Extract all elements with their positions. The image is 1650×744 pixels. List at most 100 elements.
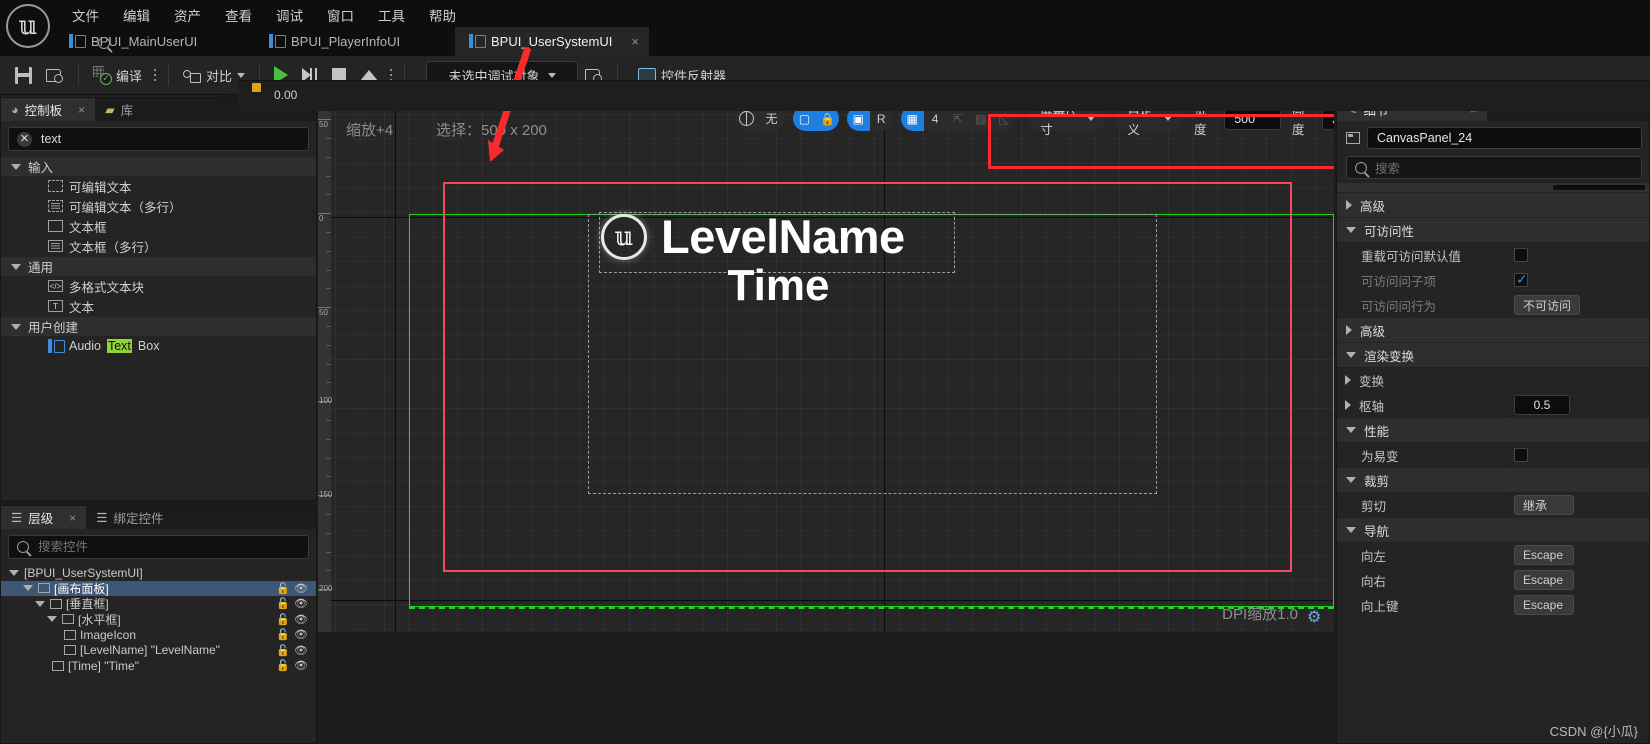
save-button[interactable] bbox=[8, 60, 39, 90]
details-prop-pivot[interactable]: 枢轴 0.5 bbox=[1337, 392, 1649, 417]
palette-item-text-box-multiline[interactable]: 文本框（多行） bbox=[1, 236, 316, 256]
menu-item-asset[interactable]: 资产 bbox=[162, 1, 213, 29]
menu-item-edit[interactable]: 编辑 bbox=[111, 1, 162, 29]
palette-item-audio-text-box[interactable]: Audio Text Box bbox=[1, 336, 316, 356]
dropdown-value[interactable]: Escape bbox=[1514, 570, 1574, 590]
prop-value[interactable] bbox=[1505, 243, 1649, 267]
details-prop-clipping[interactable]: 剪切 继承 bbox=[1337, 492, 1649, 517]
tab-bound-widgets[interactable]: ☰ 绑定控件 bbox=[86, 506, 174, 529]
palette-category-user-created[interactable]: 用户创建 bbox=[1, 317, 316, 336]
close-icon[interactable]: × bbox=[78, 103, 85, 117]
details-prop-nav-up[interactable]: 向上键 Escape bbox=[1337, 592, 1649, 617]
object-name-input[interactable]: CanvasPanel_24 bbox=[1367, 127, 1642, 149]
hierarchy-row-vertical-box[interactable]: [垂直框] 🔓 👁 bbox=[1, 596, 316, 612]
tab-palette[interactable]: ◕ 控制板 × bbox=[1, 98, 96, 121]
menu-item-view[interactable]: 查看 bbox=[213, 1, 264, 29]
details-category-accessibility[interactable]: 可访问性 bbox=[1337, 217, 1649, 242]
checkbox[interactable] bbox=[1514, 248, 1528, 262]
hierarchy-row-canvas-panel[interactable]: [画布面板] 🔓 👁 bbox=[1, 580, 316, 596]
details-prop-override-accessible-defaults[interactable]: 重载可访问默认值 bbox=[1337, 242, 1649, 267]
details-prop-accessible-behavior[interactable]: 可访问问行为 不可访问 bbox=[1337, 292, 1649, 317]
details-prop-transform[interactable]: 变换 bbox=[1337, 367, 1649, 392]
palette-category-input[interactable]: 输入 bbox=[1, 157, 316, 176]
prop-value[interactable]: 继承 bbox=[1505, 493, 1649, 517]
prop-value[interactable] bbox=[1505, 268, 1649, 292]
palette-category-common[interactable]: 通用 bbox=[1, 257, 316, 276]
chevron-right-icon[interactable] bbox=[1345, 400, 1351, 410]
hierarchy-row-horizontal-box[interactable]: [水平框] 🔓 👁 bbox=[1, 612, 316, 628]
details-category-clipping[interactable]: 裁剪 bbox=[1337, 467, 1649, 492]
details-category-navigation[interactable]: 导航 bbox=[1337, 517, 1649, 542]
details-search-row[interactable]: 搜索 bbox=[1346, 156, 1642, 179]
gear-icon[interactable]: ⚙ bbox=[1307, 609, 1324, 626]
prop-value[interactable]: Escape bbox=[1505, 593, 1649, 617]
menu-item-file[interactable]: 文件 bbox=[60, 1, 111, 29]
lock-icon[interactable]: 🔓 bbox=[276, 628, 290, 641]
tab-library[interactable]: ▰ 库 bbox=[95, 98, 144, 121]
asset-tab-user-system-ui[interactable]: BPUI_UserSystemUI × bbox=[455, 27, 649, 56]
palette-item-editable-text-multiline[interactable]: 可编辑文本（多行） bbox=[1, 196, 316, 216]
palette-item-rich-text-block[interactable]: </> 多格式文本块 bbox=[1, 276, 316, 296]
asset-tab-main-user-ui[interactable]: BPUI_MainUserUI bbox=[55, 27, 255, 56]
lock-icon[interactable]: 🔓 bbox=[276, 613, 290, 626]
palette-search-row[interactable]: ✕ bbox=[8, 127, 309, 151]
eye-icon[interactable]: 👁 bbox=[294, 582, 308, 595]
prop-value[interactable]: Escape bbox=[1505, 543, 1649, 567]
dropdown-value[interactable]: 不可访问 bbox=[1514, 295, 1581, 315]
dropdown-value[interactable]: 继承 bbox=[1514, 495, 1574, 515]
prop-value[interactable]: Escape bbox=[1505, 568, 1649, 592]
eye-icon[interactable]: 👁 bbox=[294, 597, 308, 610]
palette-search-input[interactable] bbox=[41, 132, 300, 146]
hierarchy-search-input[interactable] bbox=[38, 540, 300, 554]
details-category-advanced-1[interactable]: 高级 bbox=[1337, 192, 1649, 217]
details-prop-nav-right[interactable]: 向右 Escape bbox=[1337, 567, 1649, 592]
hierarchy-row-image-icon[interactable]: ImageIcon 🔓 👁 bbox=[1, 627, 316, 643]
chevron-right-icon[interactable] bbox=[1345, 375, 1351, 385]
compile-options-button[interactable] bbox=[149, 68, 161, 82]
hierarchy-row-levelname[interactable]: [LevelName] "LevelName" 🔓 👁 bbox=[1, 643, 316, 659]
menu-item-tools[interactable]: 工具 bbox=[366, 1, 417, 29]
levelname-text[interactable]: LevelName bbox=[661, 213, 905, 260]
lock-icon[interactable]: 🔓 bbox=[276, 659, 290, 672]
eye-icon[interactable]: 👁 bbox=[294, 659, 308, 672]
details-category-advanced-2[interactable]: 高级 bbox=[1337, 317, 1649, 342]
asset-tab-player-info-ui[interactable]: BPUI_PlayerInfoUI bbox=[255, 27, 455, 56]
numeric-input[interactable]: 0.5 bbox=[1514, 395, 1570, 415]
tab-hierarchy[interactable]: ☰ 层级 × bbox=[1, 506, 87, 529]
lock-icon[interactable]: 🔓 bbox=[276, 644, 290, 657]
details-category-render-transform[interactable]: 渲染变换 bbox=[1337, 342, 1649, 367]
playhead-marker-icon[interactable] bbox=[252, 83, 261, 92]
menu-item-help[interactable]: 帮助 bbox=[417, 1, 468, 29]
checkbox[interactable] bbox=[1514, 448, 1528, 462]
lock-icon[interactable]: 🔓 bbox=[276, 597, 290, 610]
eye-icon[interactable]: 👁 bbox=[294, 628, 308, 641]
palette-item-text-block[interactable]: T 文本 bbox=[1, 296, 316, 316]
lock-icon[interactable]: 🔓 bbox=[276, 582, 290, 595]
palette-item-editable-text[interactable]: 可编辑文本 bbox=[1, 176, 316, 196]
design-canvas[interactable]: 𝕦 LevelName Time bbox=[331, 110, 1334, 632]
menu-item-window[interactable]: 窗口 bbox=[315, 1, 366, 29]
sequencer-timebar[interactable]: 0.00 bbox=[238, 80, 1650, 111]
palette-item-text-box[interactable]: 文本框 bbox=[1, 216, 316, 236]
eye-icon[interactable]: 👁 bbox=[294, 613, 308, 626]
details-category-performance[interactable]: 性能 bbox=[1337, 417, 1649, 442]
hierarchy-row-time[interactable]: [Time] "Time" 🔓 👁 bbox=[1, 658, 316, 674]
clear-search-icon[interactable]: ✕ bbox=[17, 131, 32, 147]
details-prop-nav-left[interactable]: 向左 Escape bbox=[1337, 542, 1649, 567]
prop-value[interactable] bbox=[1505, 443, 1649, 467]
hierarchy-row-root[interactable]: [BPUI_UserSystemUI] bbox=[1, 565, 316, 581]
eye-icon[interactable]: 👁 bbox=[294, 644, 308, 657]
prop-value[interactable]: 不可访问 bbox=[1505, 293, 1649, 317]
menu-item-debug[interactable]: 调试 bbox=[264, 1, 315, 29]
compile-button[interactable]: ✓ 编译 bbox=[86, 60, 149, 90]
details-prop-can-children-be-accessible[interactable]: 可访问问子项 bbox=[1337, 267, 1649, 292]
designer-viewport[interactable]: 𝕦 LevelName Time 0 50 100 150 200 250 30… bbox=[318, 97, 1334, 632]
prop-value[interactable]: 0.5 bbox=[1505, 393, 1649, 417]
close-icon[interactable]: × bbox=[631, 34, 639, 49]
close-icon[interactable]: × bbox=[69, 511, 76, 525]
checkbox[interactable] bbox=[1514, 271, 1528, 288]
details-prop-is-volatile[interactable]: 为易变 bbox=[1337, 442, 1649, 467]
dropdown-value[interactable]: Escape bbox=[1514, 595, 1574, 615]
dropdown-value[interactable]: Escape bbox=[1514, 545, 1574, 565]
time-text[interactable]: Time bbox=[601, 264, 956, 308]
